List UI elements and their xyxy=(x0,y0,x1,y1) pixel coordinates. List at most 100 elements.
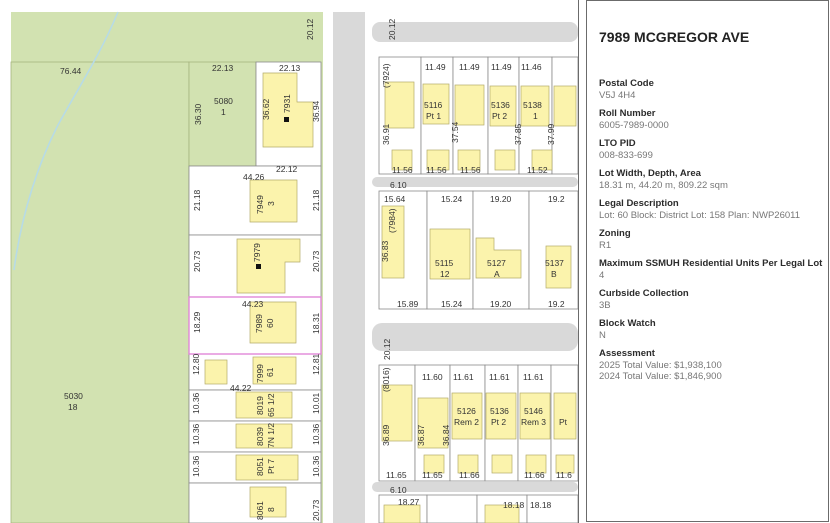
lot-dimension: 15.64 xyxy=(384,194,406,204)
lot-number: Pt 7 xyxy=(266,459,276,474)
lot-number: 3 xyxy=(266,201,276,206)
lot-dimension: 11.61 xyxy=(453,372,474,382)
map-view[interactable]: 20.12 76.44 5030 18 22.13 36.30 5080 1 2… xyxy=(0,0,579,523)
lot-dimension: 44.22 xyxy=(230,383,252,393)
lot-dimension: 20.73 xyxy=(192,250,202,272)
field-value: 2025 Total Value: $1,938,100 xyxy=(599,360,722,371)
property-title: 7989 MCGREGOR AVE xyxy=(599,29,750,45)
building-e-5115[interactable] xyxy=(429,228,471,280)
park-lot-5030[interactable] xyxy=(10,61,190,523)
lot-address: (8016) xyxy=(381,367,391,392)
building-e-5148[interactable] xyxy=(553,85,577,127)
lot-dimension: 11.49 xyxy=(425,62,446,72)
lot-dimension: 11.56 xyxy=(460,165,481,175)
lot-number: B xyxy=(551,269,557,279)
building-e-5156[interactable] xyxy=(553,392,577,440)
lot-number: A xyxy=(494,269,500,279)
lot-dimension: 36.30 xyxy=(193,103,203,125)
lot-dimension: 11.56 xyxy=(426,165,447,175)
building-e-5136b[interactable] xyxy=(485,392,517,440)
lot-number: 7N 1/2 xyxy=(266,423,276,448)
lot-dimension: 21.18 xyxy=(311,189,321,211)
lot-dimension: 36.87 xyxy=(416,424,426,446)
field-curbside-collection: Curbside Collection 3B xyxy=(599,288,827,311)
lot-dimension: 11.6 xyxy=(556,470,572,480)
lot-dimension: 18.31 xyxy=(311,312,321,334)
field-zoning: Zoning R1 xyxy=(599,228,827,251)
field-label: LTO PID xyxy=(599,138,636,149)
lot-dimension: 36.94 xyxy=(311,100,321,122)
lot-dimension: 44.26 xyxy=(243,172,265,182)
road-dimension: 20.12 xyxy=(305,18,315,40)
building-e-5126[interactable] xyxy=(451,392,483,440)
lot-dimension: 10.01 xyxy=(311,392,321,414)
field-label: Zoning xyxy=(599,228,631,239)
field-value: 18.31 m, 44.20 m, 809.22 sqm xyxy=(599,180,728,191)
lot-dimension: 36.84 xyxy=(441,424,451,446)
lot-dimension: 21.18 xyxy=(192,189,202,211)
lot-address: 5126 xyxy=(457,406,476,416)
lot-number: 65 1/2 xyxy=(266,393,276,417)
garage xyxy=(494,149,516,171)
lot-address: (7924) xyxy=(381,63,391,88)
lot-number: Pt 2 xyxy=(491,417,506,427)
lot-dimension: 10.36 xyxy=(191,455,201,477)
lot-address: 8061 xyxy=(255,501,265,520)
lot-address: 5136 xyxy=(491,100,510,110)
field-label: Curbside Collection xyxy=(599,288,689,299)
lot-number: Rem 2 xyxy=(454,417,479,427)
lot-dimension: 11.46 xyxy=(521,62,542,72)
lot-dimension: 11.49 xyxy=(459,62,480,72)
lot-dimension: 20.73 xyxy=(311,250,321,272)
parcel-map[interactable]: 20.12 76.44 5030 18 22.13 36.30 5080 1 2… xyxy=(0,0,578,523)
field-label: Roll Number xyxy=(599,108,656,119)
lot-dimension: 20.73 xyxy=(311,499,321,521)
field-value: R1 xyxy=(599,240,612,251)
building-7999-garage[interactable] xyxy=(204,359,228,385)
lot-e-row4-2[interactable] xyxy=(426,494,478,523)
field-roll-number: Roll Number 6005-7989-0000 xyxy=(599,108,827,131)
lot-dimension: 15.89 xyxy=(397,299,419,309)
lot-dimension: 19.20 xyxy=(490,299,512,309)
lot-address: 7979 xyxy=(252,243,262,262)
road-mid xyxy=(372,323,578,351)
road-dimension: 20.12 xyxy=(387,18,397,40)
field-value: 4 xyxy=(599,270,605,281)
lot-dimension: 10.36 xyxy=(191,392,201,414)
field-postal-code: Postal Code V5J 4H4 xyxy=(599,78,827,101)
garage xyxy=(491,454,513,474)
road-main-ns xyxy=(333,12,365,523)
road-dimension: 20.12 xyxy=(382,338,392,360)
lot-number: Pt 1 xyxy=(426,111,441,121)
lot-address: 8019 xyxy=(255,396,265,415)
lot-number: 60 xyxy=(265,318,275,328)
field-value: 2024 Total Value: $1,846,900 xyxy=(599,371,722,382)
field-label: Postal Code xyxy=(599,78,654,89)
lot-address: 7989 xyxy=(254,314,264,333)
lot-dimension: 11.66 xyxy=(524,470,545,480)
lot-dimension: 10.36 xyxy=(191,423,201,445)
lot-address: 5115 xyxy=(435,258,454,268)
lot-number: 1 xyxy=(221,107,226,117)
road-dimension: 6.10 xyxy=(390,485,407,495)
building-e-5146[interactable] xyxy=(519,392,551,440)
point-marker xyxy=(284,117,289,122)
lot-dimension: 15.24 xyxy=(441,194,463,204)
lot-dimension: 36.62 xyxy=(261,98,271,120)
property-fields: Postal Code V5J 4H4 Roll Number 6005-798… xyxy=(599,78,827,389)
lot-dimension: 18.27 xyxy=(398,497,420,507)
field-label: Lot Width, Depth, Area xyxy=(599,168,701,179)
lot-address: 8051 xyxy=(255,457,265,476)
lot-address: 8039 xyxy=(255,427,265,446)
field-value: 3B xyxy=(599,300,611,311)
building-e-5120[interactable] xyxy=(454,84,485,126)
lot-address: 5136 xyxy=(490,406,509,416)
lot-dimension: 11.61 xyxy=(489,372,510,382)
lot-number: Rem 3 xyxy=(521,417,546,427)
lot-dimension: 19.2 xyxy=(548,194,565,204)
lot-dimension: 36.89 xyxy=(381,424,391,446)
lot-number: 8 xyxy=(266,507,276,512)
field-lto-pid: LTO PID 008-833-699 xyxy=(599,138,827,161)
field-label: Block Watch xyxy=(599,318,656,329)
lot-dimension: 15.24 xyxy=(441,299,463,309)
